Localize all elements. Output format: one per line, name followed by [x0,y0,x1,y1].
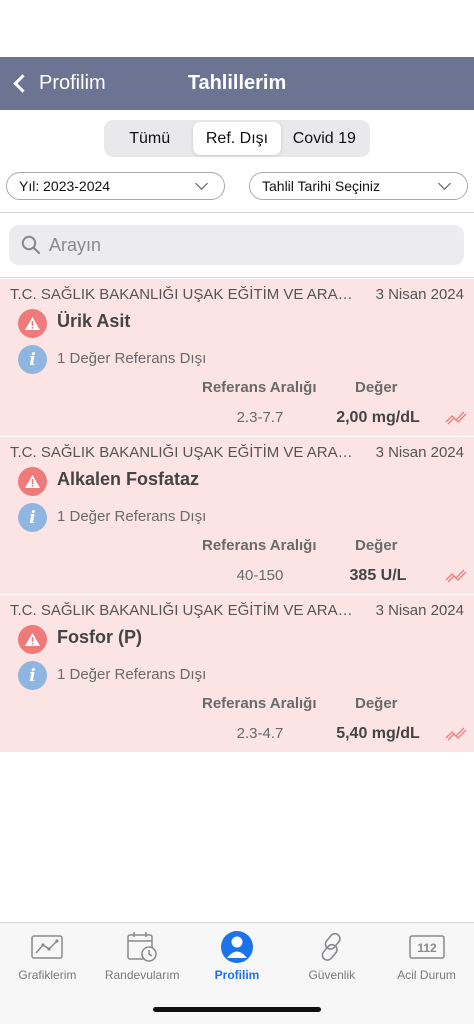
institution-name: T.C. SAĞLIK BAKANLIĞI UŞAK EĞİTİM VE ARA… [10,602,362,619]
out-of-range-info: 1 Değer Referans Dışı [57,508,207,525]
year-dropdown[interactable]: Yıl: 2023-2024 [6,172,225,200]
tab-label: Güvenlik [308,968,356,982]
divider [0,212,474,213]
segment-covid19[interactable]: Covid 19 [281,122,368,155]
navigation-bar: Profilim Tahlillerim [0,57,474,110]
filter-segmented-control: Tümü Ref. Dışı Covid 19 [104,120,370,157]
home-indicator [153,1007,321,1012]
result-card[interactable]: T.C. SAĞLIK BAKANLIĞI UŞAK EĞİTİM VE ARA… [0,595,474,753]
institution-name: T.C. SAĞLIK BAKANLIĞI UŞAK EĞİTİM VE ARA… [10,286,362,303]
tab-charts[interactable]: Grafiklerim [0,923,95,993]
value-label: Değer [355,695,398,712]
out-of-range-info: 1 Değer Referans Dışı [57,350,207,367]
tab-label: Acil Durum [397,968,456,982]
svg-text:112: 112 [417,941,437,955]
result-date: 3 Nisan 2024 [375,444,464,461]
result-value: 385 U/L [349,567,407,584]
result-value: 2,00 mg/dL [336,409,420,426]
trend-icon[interactable] [445,725,467,741]
institution-name: T.C. SAĞLIK BAKANLIĞI UŞAK EĞİTİM VE ARA… [10,444,362,461]
segment-out-of-range[interactable]: Ref. Dışı [193,122,281,155]
reference-range-label: Referans Aralığı [202,695,317,712]
tab-label: Grafiklerim [18,968,77,982]
segment-all[interactable]: Tümü [106,122,193,155]
info-icon: i [18,503,47,532]
test-date-dropdown[interactable]: Tahlil Tarihi Seçiniz [249,172,468,200]
back-button-label: Profilim [39,72,106,94]
search-bar[interactable] [9,225,464,265]
info-icon: i [18,345,47,374]
result-date: 3 Nisan 2024 [375,602,464,619]
tab-label: Randevularım [104,968,180,982]
tab-security[interactable]: Güvenlik [284,923,379,993]
search-input[interactable] [49,234,429,256]
reference-range: 2.3-4.7 [236,725,284,742]
reference-range: 2.3-7.7 [236,409,284,426]
profile-icon [220,931,253,963]
trend-icon[interactable] [445,567,467,583]
result-date: 3 Nisan 2024 [375,286,464,303]
value-label: Değer [355,537,398,554]
tab-label: Profilim [214,968,260,982]
reference-range: 40-150 [236,567,284,584]
chevron-down-icon [438,177,451,190]
warning-triangle-icon [18,309,47,338]
test-name: Alkalen Fosfataz [57,469,200,489]
info-icon: i [18,661,47,690]
back-button[interactable]: Profilim [12,57,106,110]
reference-range-label: Referans Aralığı [202,379,317,396]
reference-range-label: Referans Aralığı [202,537,317,554]
chart-icon [31,935,64,959]
warning-triangle-icon [18,467,47,496]
result-card[interactable]: T.C. SAĞLIK BAKANLIĞI UŞAK EĞİTİM VE ARA… [0,279,474,437]
out-of-range-info: 1 Değer Referans Dışı [57,666,207,683]
chevron-down-icon [195,177,208,190]
test-date-dropdown-value: Tahlil Tarihi Seçiniz [262,178,381,194]
result-value: 5,40 mg/dL [336,725,420,742]
divider [0,277,474,278]
value-label: Değer [355,379,398,396]
search-icon [21,235,41,255]
trend-icon[interactable] [445,409,467,425]
test-name: Fosfor (P) [57,627,142,647]
tab-appointments[interactable]: Randevularım [95,923,190,993]
chevron-left-icon [13,74,32,93]
year-dropdown-value: Yıl: 2023-2024 [19,178,111,194]
calendar-clock-icon [127,932,157,962]
emergency-112-icon: 112 [408,935,445,959]
results-list: T.C. SAĞLIK BAKANLIĞI UŞAK EĞİTİM VE ARA… [0,279,474,753]
tab-emergency[interactable]: 112 Acil Durum [379,923,474,993]
link-icon [321,932,341,961]
tab-profile[interactable]: Profilim [190,923,285,993]
warning-triangle-icon [18,625,47,654]
test-name: Ürik Asit [57,311,131,331]
result-card[interactable]: T.C. SAĞLIK BAKANLIĞI UŞAK EĞİTİM VE ARA… [0,437,474,595]
